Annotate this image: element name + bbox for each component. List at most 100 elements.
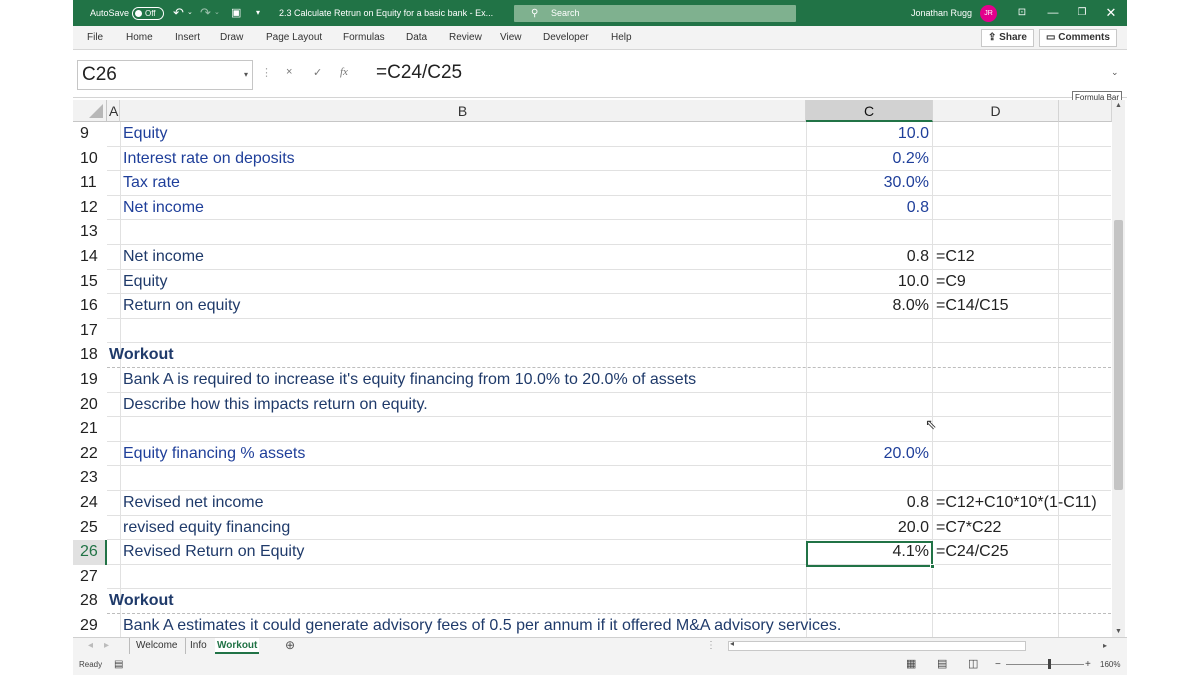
tab-developer[interactable]: Developer — [543, 26, 589, 50]
cell-d[interactable]: =C9 — [936, 270, 966, 294]
cell-b[interactable]: Net income — [123, 196, 204, 220]
expand-formula-bar-icon[interactable]: ⌄ — [1111, 67, 1119, 78]
undo-icon[interactable]: ↶ — [173, 0, 184, 26]
scroll-down-icon[interactable]: ▼ — [1112, 628, 1125, 635]
row-header[interactable]: 21 — [73, 417, 107, 442]
undo-dropdown-icon[interactable]: ⌄ — [187, 0, 193, 26]
row-header[interactable]: 12 — [73, 196, 107, 221]
insert-function-icon[interactable]: fx — [340, 66, 348, 78]
row-header[interactable]: 16 — [73, 294, 107, 319]
autosave-toggle[interactable]: Off — [132, 7, 164, 20]
row-header[interactable]: 14 — [73, 245, 107, 270]
tab-review[interactable]: Review — [449, 26, 482, 50]
page-layout-view-icon[interactable]: ▤ — [937, 654, 947, 675]
name-box[interactable]: C26 ▾ — [77, 60, 253, 90]
search-box[interactable]: ⚲ Search — [514, 5, 796, 22]
cell-c[interactable]: 8.0% — [806, 294, 929, 318]
cell-b[interactable]: Equity — [123, 122, 167, 146]
sheet-tab-info[interactable]: Info — [185, 638, 207, 654]
redo-icon[interactable]: ↷ — [200, 0, 211, 26]
scroll-thumb[interactable] — [1114, 220, 1123, 490]
row-header[interactable]: 18 — [73, 343, 107, 368]
tab-formulas[interactable]: Formulas — [343, 26, 385, 50]
column-header-c[interactable]: C — [806, 100, 933, 122]
tab-data[interactable]: Data — [406, 26, 427, 50]
zoom-slider[interactable] — [1006, 664, 1084, 665]
column-header-d[interactable]: D — [933, 100, 1059, 122]
minimize-icon[interactable]: — — [1039, 0, 1067, 26]
cell-b[interactable]: Tax rate — [123, 171, 180, 195]
column-header-e[interactable] — [1059, 100, 1112, 122]
row-header[interactable]: 26 — [73, 540, 107, 565]
row-header[interactable]: 15 — [73, 270, 107, 295]
tab-page-layout[interactable]: Page Layout — [266, 26, 322, 50]
tab-split-icon[interactable]: ⋮ — [706, 638, 716, 654]
cell-c[interactable]: 0.8 — [806, 491, 929, 515]
zoom-level[interactable]: 160% — [1100, 654, 1120, 675]
select-all-corner[interactable] — [73, 100, 107, 122]
next-sheet-icon[interactable]: ▸ — [104, 638, 109, 654]
scroll-up-icon[interactable]: ▲ — [1112, 102, 1125, 109]
cell-c[interactable]: 30.0% — [806, 171, 929, 195]
cell-b[interactable]: Interest rate on deposits — [123, 147, 295, 171]
tab-view[interactable]: View — [500, 26, 522, 50]
page-break-view-icon[interactable]: ◫ — [968, 654, 978, 675]
column-header-b[interactable]: B — [120, 100, 806, 122]
horizontal-scrollbar[interactable]: ◂ — [728, 639, 1026, 651]
tab-insert[interactable]: Insert — [175, 26, 200, 50]
cell-d[interactable]: =C7*C22 — [936, 516, 1001, 540]
cell-d[interactable]: =C12 — [936, 245, 975, 269]
sheet-tab-welcome[interactable]: Welcome — [129, 638, 178, 654]
add-sheet-icon[interactable]: ⊕ — [285, 638, 295, 654]
user-name[interactable]: Jonathan Rugg — [911, 0, 972, 26]
row-header[interactable]: 27 — [73, 565, 107, 590]
cell-a[interactable]: Workout — [109, 589, 174, 613]
enter-icon[interactable]: ✓ — [313, 66, 322, 79]
row-header[interactable]: 20 — [73, 393, 107, 418]
prev-sheet-icon[interactable]: ◂ — [88, 638, 93, 654]
row-header[interactable]: 28 — [73, 589, 107, 614]
cell-b[interactable]: Equity financing % assets — [123, 442, 305, 466]
row-header[interactable]: 24 — [73, 491, 107, 516]
cancel-icon[interactable]: × — [286, 66, 292, 78]
horizontal-scroll-thumb[interactable] — [743, 643, 1025, 649]
row-header[interactable]: 10 — [73, 147, 107, 172]
row-header[interactable]: 13 — [73, 220, 107, 245]
cell-b[interactable]: Equity — [123, 270, 167, 294]
sheet-tab-workout[interactable]: Workout — [215, 638, 260, 654]
zoom-slider-knob[interactable] — [1048, 659, 1051, 669]
cell-b[interactable]: Bank A estimates it could generate advis… — [123, 614, 841, 638]
macro-record-icon[interactable]: ▤ — [114, 654, 123, 675]
cell-d[interactable]: =C12+C10*10*(1-C11) — [936, 491, 1097, 515]
cell-c[interactable]: 0.2% — [806, 147, 929, 171]
cell-b[interactable]: Net income — [123, 245, 204, 269]
cell-b[interactable]: Return on equity — [123, 294, 240, 318]
normal-view-icon[interactable]: ▦ — [906, 654, 916, 675]
cell-c[interactable]: 0.8 — [806, 245, 929, 269]
avatar[interactable]: JR — [980, 5, 997, 22]
share-button[interactable]: ⇪ Share — [981, 29, 1034, 47]
cell-b[interactable]: Describe how this impacts return on equi… — [123, 393, 428, 417]
row-header[interactable]: 25 — [73, 516, 107, 541]
row-header[interactable]: 9 — [73, 122, 107, 147]
tab-draw[interactable]: Draw — [220, 26, 243, 50]
zoom-in-icon[interactable]: + — [1085, 654, 1091, 675]
cell-b[interactable]: revised equity financing — [123, 516, 290, 540]
scroll-left-icon[interactable]: ◂ — [730, 639, 734, 648]
fill-handle[interactable] — [930, 564, 935, 569]
customize-toolbar-icon[interactable]: ▾ — [256, 0, 260, 26]
formula-input[interactable]: =C24/C25 — [376, 62, 462, 84]
cell-c[interactable]: 10.0 — [806, 122, 929, 146]
row-header[interactable]: 29 — [73, 614, 107, 639]
camera-icon[interactable]: ▣ — [231, 0, 241, 26]
tab-help[interactable]: Help — [611, 26, 632, 50]
row-header[interactable]: 17 — [73, 319, 107, 344]
ribbon-display-icon[interactable]: ⊡ — [1008, 0, 1036, 26]
cell-d[interactable]: =C24/C25 — [936, 540, 1009, 564]
column-header-a[interactable]: A — [107, 100, 120, 122]
cell-c[interactable]: 0.8 — [806, 196, 929, 220]
tab-file[interactable]: File — [87, 26, 103, 50]
cell-b[interactable]: Bank A is required to increase it's equi… — [123, 368, 696, 392]
close-icon[interactable]: ✕ — [1097, 0, 1125, 26]
cell-b[interactable]: Revised net income — [123, 491, 264, 515]
